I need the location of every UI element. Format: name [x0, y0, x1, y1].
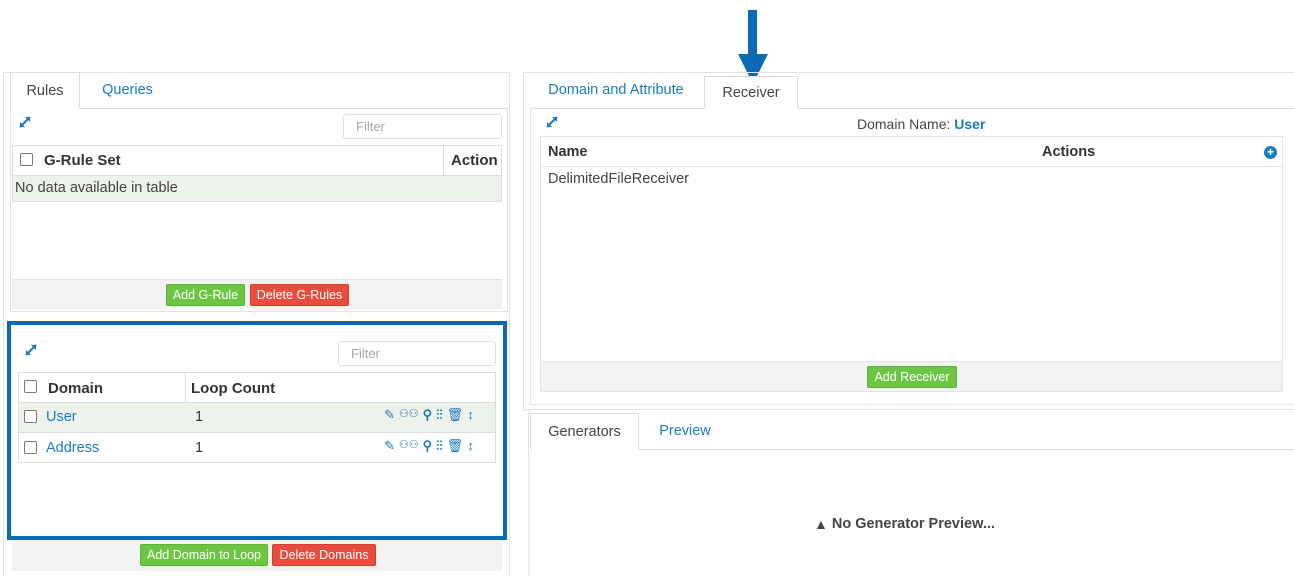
- row-checkbox[interactable]: [24, 441, 37, 454]
- group-icon[interactable]: ⚇⚇: [399, 440, 419, 451]
- generator-message: ▲ No Generator Preview...: [814, 516, 995, 532]
- row-actions: ✎ ⚇⚇ ⚲ ⫶⫶ 🗑 ↕: [384, 439, 474, 452]
- rules-select-all-checkbox[interactable]: [20, 153, 33, 166]
- domain-name-value: User: [954, 116, 986, 132]
- warning-icon: ▲: [814, 516, 828, 532]
- delete-grules-button[interactable]: Delete G-Rules: [250, 284, 349, 306]
- add-grule-button[interactable]: Add G-Rule: [166, 284, 245, 306]
- search-icon[interactable]: ⚲: [423, 439, 433, 452]
- group-icon[interactable]: ⚇⚇: [399, 409, 419, 420]
- tab-generators[interactable]: Generators: [530, 413, 639, 450]
- tab-rules[interactable]: Rules: [10, 72, 80, 109]
- rules-header-divider: [443, 145, 444, 176]
- rules-filter-input[interactable]: [343, 114, 502, 139]
- edit-icon[interactable]: ✎: [384, 408, 395, 421]
- delete-domains-button[interactable]: Delete Domains: [272, 544, 376, 566]
- expand-icon[interactable]: [545, 115, 559, 132]
- sliders-icon[interactable]: ⫶⫶: [436, 439, 443, 452]
- domain-col-loop-count[interactable]: Loop Count: [191, 380, 275, 397]
- row-checkbox[interactable]: [24, 410, 37, 423]
- move-vertical-icon[interactable]: ↕: [467, 408, 474, 421]
- sliders-icon[interactable]: ⫶⫶: [436, 408, 443, 421]
- receiver-row-name: DelimitedFileReceiver: [548, 171, 690, 187]
- generator-message-text: No Generator Preview...: [831, 516, 995, 532]
- receiver-col-actions[interactable]: Actions: [1042, 144, 1095, 160]
- expand-icon[interactable]: [18, 115, 32, 132]
- generator-panel: [528, 409, 1294, 576]
- expand-icon[interactable]: [24, 343, 38, 360]
- tab-queries[interactable]: Queries: [90, 72, 165, 109]
- add-receiver-button[interactable]: Add Receiver: [867, 366, 957, 388]
- trash-icon[interactable]: 🗑: [447, 439, 464, 452]
- rules-col-grule-set[interactable]: G-Rule Set: [44, 152, 121, 169]
- add-domain-to-loop-button[interactable]: Add Domain to Loop: [140, 544, 268, 566]
- domain-select-all-checkbox[interactable]: [24, 380, 37, 393]
- trash-icon[interactable]: 🗑: [447, 408, 464, 421]
- tab-domain-and-attribute[interactable]: Domain and Attribute: [532, 72, 700, 109]
- domain-name-display: Domain Name: User: [857, 116, 985, 132]
- loop-count-value: 1: [195, 409, 204, 425]
- rules-col-action[interactable]: Action: [451, 152, 498, 169]
- domain-col-domain[interactable]: Domain: [48, 380, 103, 397]
- domain-link-address[interactable]: Address: [46, 440, 99, 456]
- edit-icon[interactable]: ✎: [384, 439, 395, 452]
- domain-name-label: Domain Name:: [857, 116, 951, 132]
- rules-empty-text: No data available in table: [15, 180, 178, 196]
- tab-preview[interactable]: Preview: [645, 413, 725, 450]
- add-circle-icon[interactable]: +: [1264, 146, 1277, 159]
- domain-filter-input[interactable]: [338, 341, 496, 366]
- domain-link-user[interactable]: User: [46, 409, 77, 425]
- row-actions: ✎ ⚇⚇ ⚲ ⫶⫶ 🗑 ↕: [384, 408, 474, 421]
- tab-receiver[interactable]: Receiver: [704, 76, 798, 109]
- move-vertical-icon[interactable]: ↕: [467, 439, 474, 452]
- receiver-table-header-line: [541, 166, 1282, 167]
- search-icon[interactable]: ⚲: [423, 408, 433, 421]
- receiver-col-name[interactable]: Name: [548, 144, 588, 160]
- loop-count-value: 1: [195, 440, 204, 456]
